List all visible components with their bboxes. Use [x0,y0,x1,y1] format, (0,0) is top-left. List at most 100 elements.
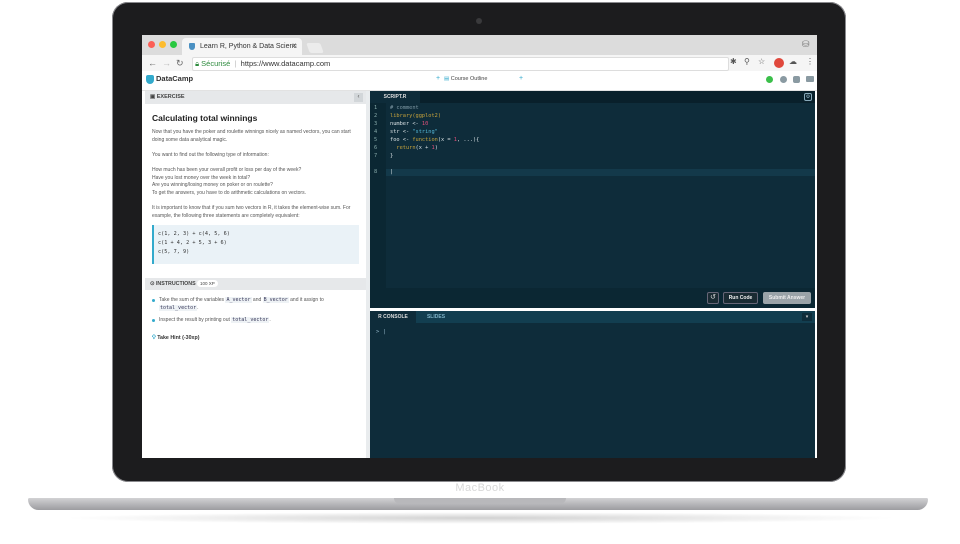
code-line: foo <- function(x = 1, ...){ [390,137,480,143]
script-editor[interactable] [370,91,815,308]
extension-icon[interactable]: ✱ [730,57,737,66]
status-icon [766,76,773,83]
code-line: c(1 + 4, 2 + 5, 3 + 6) [158,240,227,246]
instruction-text: and it assign to [288,297,324,303]
editor-tab-bar [370,91,815,103]
hint-label: Take Hint (-30xp) [157,335,200,341]
exercise-header: ▣ EXERCISE [145,91,366,104]
code-line: library(ggplot2) [390,113,442,119]
zoom-window-button[interactable] [170,41,177,48]
console-toggle-icon[interactable]: ▾ [802,313,812,321]
code-line: # comment [390,105,419,111]
instructions-icon: ⊙ [150,281,155,287]
tab-script[interactable]: SCRIPT.R [370,91,420,103]
submit-answer-button[interactable]: Submit Answer [763,292,811,304]
tab-favicon-icon [189,43,195,50]
pin-icon[interactable]: ⚲ [744,57,750,66]
code-line: str <- "string" [390,129,438,135]
separator: | [232,59,239,68]
course-outline-button[interactable]: ▤ Course Outline [444,76,487,82]
forward-icon[interactable]: → [162,55,171,71]
paragraph: Are you winning/losing money on poker or… [152,182,273,188]
instructions-label: INSTRUCTIONS [155,281,196,287]
text-cursor: | [390,169,394,175]
code-line: c(5, 7, 9) [158,249,190,255]
string-literal: "string" [412,129,438,135]
code-token: B_vector [262,297,289,303]
datacamp-logo[interactable]: DataCamp [146,74,193,84]
laptop-shadow [60,512,900,524]
line-number: 2 [374,113,378,119]
xp-badge: 100 XP [197,280,218,287]
instruction-item: Inspect the result by printing out total… [159,316,359,324]
next-exercise-button[interactable]: + [519,75,523,82]
run-code-button[interactable]: Run Code [723,292,758,304]
logo-icon [146,74,154,84]
line-number: 8 [374,169,378,175]
secure-label: Sécurisé [201,59,231,68]
instruction-item: Take the sum of the variables A_vector a… [159,296,359,312]
current-line-highlight [386,169,815,176]
exercise-pane [142,91,366,458]
url-text: https://www.datacamp.com [240,59,331,68]
close-window-button[interactable] [148,41,155,48]
paragraph: To get the answers, you have to do arith… [152,189,306,196]
exercise-title: Calculating total winnings [152,113,258,123]
reload-icon[interactable]: ↻ [176,55,184,71]
instruction-text: and [251,297,263,303]
back-icon[interactable]: ← [148,55,157,71]
browser-tab[interactable]: Learn R, Python & Data Scienc [182,38,302,55]
code-token: A_vector [225,297,252,303]
tab-r-console[interactable]: R CONSOLE [370,311,416,323]
camera [476,18,482,24]
line-number: 1 [374,105,378,111]
console-prompt[interactable]: > | [376,329,386,335]
paragraph: It is important to know that if you sum … [152,205,351,219]
profile-icon[interactable]: ⛁ [802,39,810,50]
line-number: 5 [374,137,378,143]
logo-text: DataCamp [156,74,194,83]
number-literal: 10 [421,121,429,127]
line-number: 3 [374,121,378,127]
help-icon[interactable] [780,76,787,83]
lightbulb-icon: 💡︎ [152,335,156,341]
code-line: } [390,153,394,159]
prev-exercise-button[interactable]: + [436,75,440,82]
star-icon[interactable]: ☆ [758,57,765,66]
code-line: c(1, 2, 3) + c(4, 5, 6) [158,231,230,237]
paragraph: You want to find out the following type … [152,152,269,158]
reset-button[interactable]: ↺ [707,292,719,304]
take-hint-button[interactable]: 💡︎ Take Hint (-30xp) [152,335,200,342]
url-field[interactable]: 🔒︎ Sécurisé | https://www.datacamp.com [192,57,729,71]
code-token: total_vector [159,305,198,311]
paragraph: How much has been your overall profit or… [152,167,302,173]
line-number: 4 [374,129,378,135]
editor-settings-icon[interactable]: ⚙ [804,93,812,101]
line-number: 6 [374,145,378,151]
minimize-window-button[interactable] [159,41,166,48]
lock-icon: 🔒︎ [193,59,200,68]
collapse-pane-button[interactable]: ‹ [354,93,363,102]
code-line: number <- 10 [390,121,429,127]
instruction-text: . [269,317,271,323]
line-number: 7 [374,153,378,159]
menu-icon[interactable]: ⋮ [806,57,814,66]
paragraph: Have you lost money over the week in tot… [152,174,251,181]
notification-icon[interactable] [793,76,800,83]
code-line: return(x + 1) [396,145,438,151]
course-outline-label: Course Outline [450,76,488,82]
tab-title: Learn R, Python & Data Scienc [200,43,297,50]
code-token: total_vector [231,317,270,323]
bullet-icon [152,318,157,322]
adblock-icon[interactable] [774,58,784,68]
chat-icon[interactable] [806,76,814,82]
instruction-text: . [197,305,199,311]
line-gutter [370,103,386,288]
tab-close-icon[interactable]: × [292,41,297,50]
r-console[interactable] [370,311,815,458]
tab-slides[interactable]: SLIDES [416,311,456,323]
laptop-notch [394,498,566,504]
cloud-icon[interactable]: ☁ [789,57,797,66]
exercise-header-label: EXERCISE [156,94,185,100]
instructions-header: ⊙ INSTRUCTIONS [145,278,366,290]
